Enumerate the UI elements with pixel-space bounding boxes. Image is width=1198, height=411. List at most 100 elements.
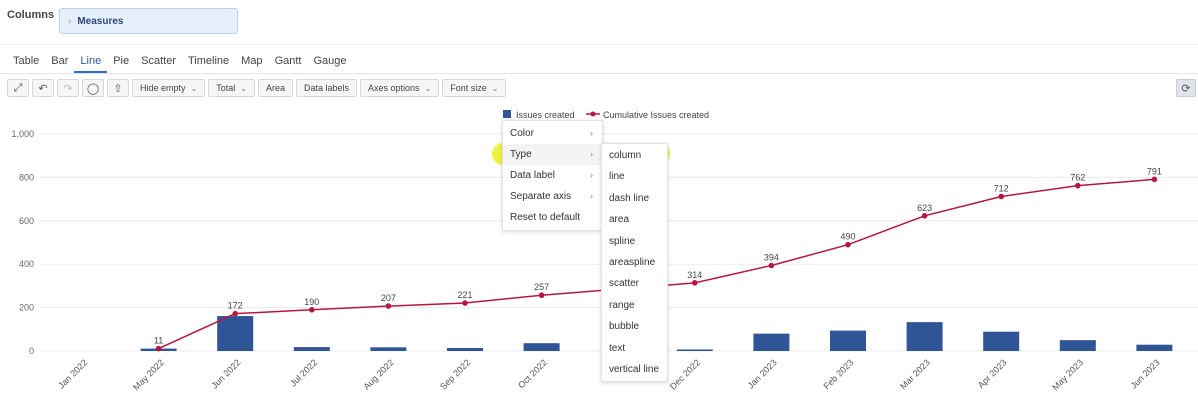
line-point xyxy=(538,292,545,299)
total-button[interactable]: Total ⌄ xyxy=(208,79,255,97)
type-option-vertical-line[interactable]: vertical line xyxy=(602,359,667,380)
x-tick-label: Dec 2022 xyxy=(668,357,702,391)
data-label: 394 xyxy=(764,253,779,263)
bar xyxy=(370,347,407,351)
menu-item-label: Type xyxy=(510,149,532,160)
data-label: 791 xyxy=(1147,166,1162,176)
tab-bar[interactable]: Bar xyxy=(45,55,74,73)
menu-item-label: Separate axis xyxy=(510,191,572,202)
chart-legend: Issues created Cumulative Issues created xyxy=(503,110,709,120)
x-tick-label: Sep 2022 xyxy=(438,357,472,391)
menu-item-label: Reset to default xyxy=(510,212,581,223)
measures-chip[interactable]: › Measures xyxy=(59,8,238,34)
undo-icon[interactable]: ↶ xyxy=(32,79,54,97)
menu-item-label: Data label xyxy=(510,170,556,181)
tab-timeline[interactable]: Timeline xyxy=(182,55,235,73)
x-tick-label: Aug 2022 xyxy=(361,357,395,391)
chevron-right-icon: › xyxy=(590,149,593,159)
data-label: 314 xyxy=(687,270,702,280)
line-point xyxy=(155,345,162,352)
x-tick-label: Feb 2023 xyxy=(821,357,855,391)
type-option-area[interactable]: area xyxy=(602,209,667,230)
refresh-icon[interactable]: ⟳ xyxy=(1176,79,1196,97)
tab-pie[interactable]: Pie xyxy=(107,55,135,73)
bar xyxy=(830,330,866,351)
menu-item-color[interactable]: Color › xyxy=(503,123,602,144)
data-label: 490 xyxy=(840,232,855,242)
line-point xyxy=(845,241,851,248)
area-button[interactable]: Area xyxy=(257,79,293,97)
type-option-areaspline[interactable]: areaspline xyxy=(602,252,667,273)
line-point xyxy=(462,300,468,306)
bar xyxy=(983,331,1020,351)
tab-gantt[interactable]: Gantt xyxy=(269,55,308,73)
type-option-column[interactable]: column xyxy=(602,145,667,166)
bar xyxy=(293,347,330,351)
menu-item-separate-axis[interactable]: Separate axis › xyxy=(503,186,602,207)
tab-scatter[interactable]: Scatter xyxy=(135,55,182,73)
bar xyxy=(753,333,790,351)
x-tick-label: Jul 2022 xyxy=(288,357,319,388)
chevron-right-icon: › xyxy=(590,170,593,180)
x-tick-label: Oct 2022 xyxy=(516,357,549,390)
data-label: 172 xyxy=(228,301,243,311)
fullscreen-icon[interactable]: ⤢ xyxy=(7,79,29,97)
tab-map[interactable]: Map xyxy=(235,55,268,73)
comment-icon[interactable]: ◯ xyxy=(82,79,104,97)
bar xyxy=(906,322,943,351)
x-tick-label: Mar 2023 xyxy=(898,357,932,391)
legend-label-issues-created[interactable]: Issues created xyxy=(516,110,575,120)
menu-item-reset-to-default[interactable]: Reset to default xyxy=(503,207,602,228)
x-tick-label: Jan 2022 xyxy=(56,357,89,390)
divider xyxy=(0,73,1198,74)
type-option-scatter[interactable]: scatter xyxy=(602,273,667,294)
data-labels-button[interactable]: Data labels xyxy=(295,79,357,97)
bar xyxy=(447,347,483,351)
line-point xyxy=(692,280,698,286)
chevron-down-icon: ⌄ xyxy=(240,83,247,93)
line-point xyxy=(998,193,1004,200)
type-option-text[interactable]: text xyxy=(602,338,667,359)
y-tick-label: 200 xyxy=(19,303,34,313)
y-tick-label: 0 xyxy=(29,346,34,356)
hide-empty-label: Hide empty xyxy=(140,83,186,93)
tab-table[interactable]: Table xyxy=(7,55,45,73)
font-size-button[interactable]: Font size ⌄ xyxy=(442,79,507,97)
type-option-range[interactable]: range xyxy=(602,295,667,316)
chevron-right-icon: › xyxy=(68,15,72,27)
bar xyxy=(1059,340,1096,351)
bar xyxy=(1136,344,1173,351)
type-option-dash-line[interactable]: dash line xyxy=(602,188,667,209)
menu-item-data-label[interactable]: Data label › xyxy=(503,165,602,186)
tab-line[interactable]: Line xyxy=(74,55,108,73)
redo-icon[interactable]: ↷ xyxy=(57,79,79,97)
data-label: 190 xyxy=(304,297,319,307)
legend-marker-cumulative[interactable] xyxy=(590,111,596,117)
columns-label: Columns xyxy=(7,9,55,21)
type-option-line[interactable]: line xyxy=(602,166,667,187)
y-tick-label: 600 xyxy=(19,216,34,226)
line-point xyxy=(921,213,928,219)
hide-empty-button[interactable]: Hide empty ⌄ xyxy=(132,79,206,97)
data-label: 221 xyxy=(457,290,472,300)
y-tick-label: 800 xyxy=(19,172,34,182)
line-point xyxy=(232,310,238,317)
tab-gauge[interactable]: Gauge xyxy=(307,55,352,73)
axes-options-label: Axes options xyxy=(368,83,420,93)
type-option-spline[interactable]: spline xyxy=(602,231,667,252)
bar xyxy=(217,316,254,351)
export-icon[interactable]: ⇧ xyxy=(107,79,129,97)
total-label: Total xyxy=(216,83,236,93)
type-option-bubble[interactable]: bubble xyxy=(602,316,667,337)
axes-options-button[interactable]: Axes options ⌄ xyxy=(360,79,440,97)
legend-swatch-issues-created[interactable] xyxy=(503,110,511,118)
legend-label-cumulative[interactable]: Cumulative Issues created xyxy=(603,110,709,120)
data-label: 207 xyxy=(381,293,396,303)
x-tick-label: Jun 2022 xyxy=(209,357,242,390)
measures-label: Measures xyxy=(77,15,124,27)
menu-item-type[interactable]: Type › xyxy=(503,144,602,165)
x-tick-label: Jun 2023 xyxy=(1129,357,1162,390)
x-tick-label: May 2022 xyxy=(131,357,166,392)
menu-item-label: Color xyxy=(510,128,534,139)
chevron-right-icon: › xyxy=(590,128,593,138)
